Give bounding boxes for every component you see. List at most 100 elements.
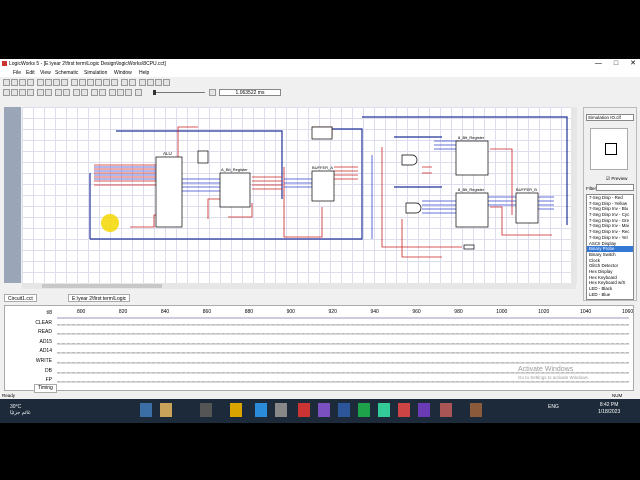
timing-signal-name[interactable]: t/8 xyxy=(46,310,52,316)
pointer-icon[interactable] xyxy=(87,79,94,86)
speed-icon[interactable] xyxy=(37,89,44,96)
zoom-fit-icon[interactable] xyxy=(63,89,70,96)
scrollbar-thumb[interactable] xyxy=(42,284,162,288)
text-tool-icon[interactable] xyxy=(103,79,110,86)
alu-block[interactable] xyxy=(155,156,183,228)
copy-icon[interactable] xyxy=(45,79,52,86)
properties-icon[interactable] xyxy=(139,79,146,86)
filter-input[interactable] xyxy=(596,184,634,191)
step-icon[interactable] xyxy=(11,89,18,96)
c-register-block[interactable] xyxy=(455,192,489,228)
paste-icon[interactable] xyxy=(53,79,60,86)
word-icon[interactable] xyxy=(338,403,350,417)
a-register-block[interactable] xyxy=(219,172,251,208)
eraser-icon[interactable] xyxy=(209,89,216,96)
app-icon[interactable] xyxy=(398,403,410,417)
timing-icon[interactable] xyxy=(163,79,170,86)
b-register-block[interactable] xyxy=(455,140,489,176)
file-explorer-icon[interactable] xyxy=(230,403,242,417)
menu-simulation[interactable]: Simulation xyxy=(84,70,107,76)
timing-signal-name[interactable]: DB xyxy=(45,368,52,374)
pause-icon[interactable] xyxy=(27,89,34,96)
app-icon[interactable] xyxy=(275,403,287,417)
language-indicator[interactable]: ENG xyxy=(548,404,559,410)
flip-icon[interactable] xyxy=(129,79,136,86)
tab-8cpu[interactable]: E:\year 2\first term\Logic xyxy=(68,294,131,302)
canvas-vertical-scrollbar[interactable] xyxy=(571,107,577,283)
app-icon[interactable] xyxy=(298,403,310,417)
open-icon[interactable] xyxy=(11,79,18,86)
checkbox-icon[interactable]: ☑ xyxy=(606,176,610,181)
clear-icon[interactable] xyxy=(91,89,98,96)
print-icon[interactable] xyxy=(27,79,34,86)
wire-tool-icon[interactable] xyxy=(95,79,102,86)
probe-tool-icon[interactable] xyxy=(111,79,118,86)
parts-icon[interactable] xyxy=(155,79,162,86)
schematic-canvas[interactable]: ALU A_Bit_Register BUFFER_A 8_Bit_Regist… xyxy=(22,107,576,283)
edge-icon[interactable] xyxy=(255,403,267,417)
menu-schematic[interactable]: Schematic xyxy=(55,70,78,76)
tab-circuit1[interactable]: Circuit1.cct xyxy=(4,294,37,302)
chrome-icon[interactable] xyxy=(358,403,370,417)
run-icon[interactable] xyxy=(19,89,26,96)
zoom-out-icon[interactable] xyxy=(79,79,86,86)
zoom-in-icon[interactable] xyxy=(71,79,78,86)
stop-icon[interactable] xyxy=(117,89,124,96)
app-icon[interactable] xyxy=(470,403,482,417)
arrow-down-icon[interactable] xyxy=(81,89,88,96)
record-icon[interactable] xyxy=(125,89,132,96)
undo-icon[interactable] xyxy=(61,79,68,86)
search-icon[interactable] xyxy=(200,403,212,417)
and-gate[interactable] xyxy=(401,154,418,166)
probe-group[interactable] xyxy=(197,150,209,164)
library-icon[interactable] xyxy=(147,79,154,86)
timing-signal-name[interactable]: AD15 xyxy=(39,339,52,345)
buffer-b-block[interactable] xyxy=(515,192,539,224)
app-icon[interactable] xyxy=(378,403,390,417)
grid-icon[interactable] xyxy=(55,89,62,96)
parts-list-item[interactable]: 7-Seg Disp Inv - Rec xyxy=(587,229,633,235)
minimize-button[interactable]: — xyxy=(595,59,602,69)
visual-studio-icon[interactable] xyxy=(418,403,430,417)
timing-signal-name[interactable]: CLEAR xyxy=(35,320,52,326)
rotate-icon[interactable] xyxy=(121,79,128,86)
clock-part[interactable] xyxy=(463,244,475,250)
app-icon[interactable] xyxy=(160,403,172,417)
arrow-up-icon[interactable] xyxy=(73,89,80,96)
cut-icon[interactable] xyxy=(37,79,44,86)
timing-signal-name[interactable]: READ xyxy=(38,329,52,335)
weather-widget[interactable]: 30°C غائم جزئيًا xyxy=(10,404,31,416)
start-icon[interactable] xyxy=(140,403,152,417)
teams-icon[interactable] xyxy=(318,403,330,417)
save-icon[interactable] xyxy=(19,79,26,86)
parts-list-item[interactable]: 7-Seg Disp Inv - Yel xyxy=(587,235,633,241)
library-select[interactable]: Simulation IO.clf xyxy=(586,114,634,121)
timing-signal-name[interactable]: WRITE xyxy=(36,358,52,364)
parts-list-item[interactable]: LED - Blue xyxy=(587,292,633,298)
timing-signal-name[interactable]: AD14 xyxy=(39,348,52,354)
maximize-button[interactable]: □ xyxy=(614,59,618,69)
slider-knob[interactable] xyxy=(153,90,156,95)
preview-checkbox[interactable]: ☑ Preview xyxy=(606,176,627,182)
app-icon[interactable] xyxy=(440,403,452,417)
buffer-a-block[interactable] xyxy=(311,170,335,202)
bus-icon[interactable] xyxy=(109,89,116,96)
switch-group[interactable] xyxy=(311,126,333,140)
waveform-icon[interactable] xyxy=(99,89,106,96)
reset-icon[interactable] xyxy=(3,89,10,96)
new-icon[interactable] xyxy=(3,79,10,86)
parts-list[interactable]: 7-Seg Disp - Red 7-Seg Disp - Yellow 7-Seg… xyxy=(586,194,634,300)
menu-help[interactable]: Help xyxy=(139,70,149,76)
trace-icon[interactable] xyxy=(45,89,52,96)
menu-file[interactable]: File xyxy=(13,70,21,76)
menu-view[interactable]: View xyxy=(40,70,51,76)
taskbar-clock[interactable]: 8:42 PM 1/18/2023 xyxy=(598,402,620,416)
parts-list-item[interactable]: 7-Seg Disp Inv - Cyc xyxy=(587,212,633,218)
fast-forward-icon[interactable] xyxy=(135,89,142,96)
menu-edit[interactable]: Edit xyxy=(26,70,35,76)
close-button[interactable]: ✕ xyxy=(630,59,636,69)
canvas-horizontal-scrollbar[interactable] xyxy=(22,283,576,289)
simulation-speed-slider[interactable] xyxy=(153,90,205,95)
menu-window[interactable]: Window xyxy=(114,70,132,76)
timing-signal-name[interactable]: FP xyxy=(46,377,52,383)
